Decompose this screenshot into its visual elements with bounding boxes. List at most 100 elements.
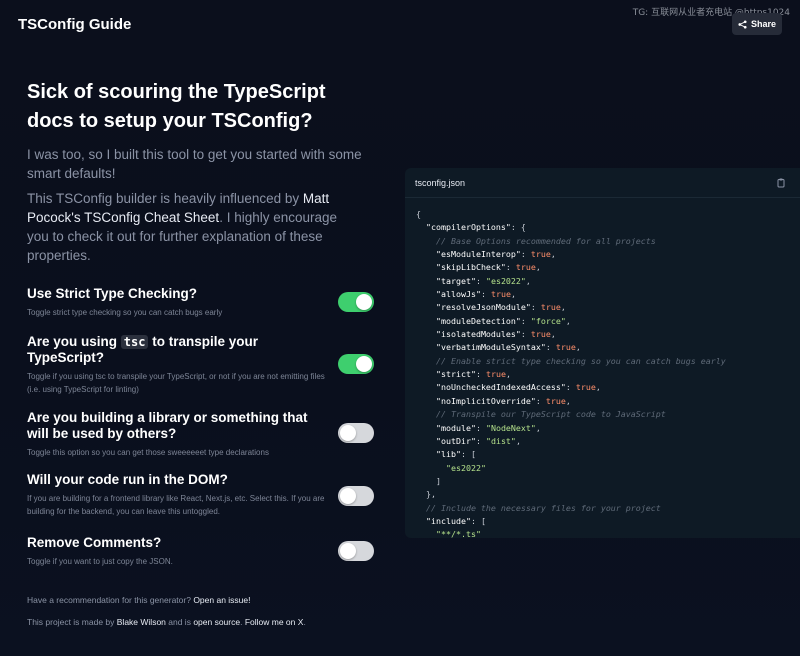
code-token: "target": [435, 275, 476, 286]
code-filename: tsconfig.json: [415, 177, 466, 188]
toggle-knob: [340, 543, 356, 559]
code-line: "isolatedModules": true,: [416, 328, 800, 341]
code-token: "lib": [435, 449, 461, 460]
option-strict: Use Strict Type Checking? Toggle strict …: [27, 286, 377, 319]
code-token: :: [475, 435, 486, 446]
open-issue-link[interactable]: Open an issue!: [193, 595, 250, 605]
hero-influence: This TSConfig builder is heavily influen…: [27, 189, 362, 265]
code-token: true: [530, 249, 551, 260]
code-token: :: [530, 302, 541, 313]
code-token: :: [475, 369, 486, 380]
code-token: "noImplicitOverride": [435, 395, 536, 406]
code-token: :: [565, 382, 576, 393]
code-comment: // Include the necessary files for your …: [416, 502, 661, 513]
strict-toggle[interactable]: [338, 292, 374, 312]
code-token: ,: [565, 315, 571, 326]
code-token: : {: [510, 222, 526, 233]
code-token: ,: [535, 422, 541, 433]
code-token: true: [485, 369, 506, 380]
code-line: "verbatimModuleSyntax": true,: [416, 341, 800, 354]
share-button[interactable]: Share: [732, 13, 782, 35]
follow-link[interactable]: Follow me on X: [245, 617, 304, 627]
code-line: "skipLibCheck": true,: [416, 261, 800, 274]
code-block[interactable]: { "compilerOptions": { // Base Options r…: [405, 198, 800, 538]
code-token: ,: [560, 302, 566, 313]
code-token: :: [475, 422, 486, 433]
code-comment: // Transpile our TypeScript code to Java…: [416, 409, 666, 420]
code-token: ]: [416, 475, 441, 486]
code-token: true: [515, 262, 536, 273]
code-token: :: [505, 262, 516, 273]
toggle-knob: [356, 356, 372, 372]
option-title: Are you building a library or something …: [27, 410, 308, 441]
code-token: ,: [535, 262, 541, 273]
code-token: true: [540, 302, 561, 313]
code-line: "allowJs": true,: [416, 288, 800, 301]
dom-toggle[interactable]: [338, 486, 374, 506]
code-token: "compilerOptions": [426, 222, 511, 233]
share-label: Share: [750, 19, 776, 29]
option-comments: Remove Comments? Toggle if you want to j…: [27, 535, 377, 568]
option-title: Remove Comments?: [27, 535, 162, 550]
toggle-knob: [340, 425, 356, 441]
code-token: "NodeNext": [485, 422, 536, 433]
open-source-link[interactable]: open source: [193, 617, 240, 627]
code-token: :: [520, 315, 531, 326]
code-token: ,: [510, 289, 516, 300]
code-token: true: [530, 329, 551, 340]
code-token: "dist": [485, 435, 516, 446]
option-description: Toggle if you using tsc to transpile you…: [27, 372, 325, 394]
code-token: "**/*.ts": [435, 529, 481, 538]
code-token: {: [416, 209, 421, 219]
code-token: ,: [505, 369, 511, 380]
code-token: :: [520, 329, 531, 340]
tsc-toggle[interactable]: [338, 354, 374, 374]
code-token: :: [480, 289, 491, 300]
code-token: "allowJs": [435, 289, 481, 300]
option-description: Toggle if you want to just copy the JSON…: [27, 557, 173, 566]
code-token: :: [535, 395, 546, 406]
recommend-text: Have a recommendation for this generator…: [27, 595, 194, 605]
library-toggle[interactable]: [338, 423, 374, 443]
toggle-knob: [340, 488, 356, 504]
copy-icon[interactable]: [776, 178, 786, 188]
code-line: "moduleDetection": "force",: [416, 315, 800, 328]
app-title[interactable]: TSConfig Guide: [18, 16, 131, 33]
code-line: // Enable strict type checking so you ca…: [416, 355, 800, 368]
option-description: Toggle this option so you can get those …: [27, 448, 269, 457]
code-line: // Base Options recommended for all proj…: [416, 235, 800, 248]
code-token: "verbatimModuleSyntax": [435, 342, 546, 353]
option-title: Are you using tsc to transpile your Type…: [27, 334, 327, 366]
code-token: "isolatedModules": [435, 329, 521, 340]
code-line: // Include the necessary files for your …: [416, 502, 800, 515]
code-line: "module": "NodeNext",: [416, 422, 800, 435]
option-title: Use Strict Type Checking?: [27, 286, 198, 301]
code-token: : [: [460, 449, 476, 460]
code-token: ,: [525, 275, 531, 286]
author-link[interactable]: Blake Wilson: [117, 617, 166, 627]
option-title: Will your code run in the DOM?: [27, 472, 228, 487]
code-token: ,: [565, 395, 571, 406]
made-by-text: This project is made by: [27, 617, 117, 627]
code-token: "module": [435, 422, 476, 433]
code-token: "outDir": [435, 435, 476, 446]
footer-credits: This project is made by Blake Wilson and…: [27, 617, 306, 627]
comments-toggle[interactable]: [338, 541, 374, 561]
code-line: "esModuleInterop": true,: [416, 248, 800, 261]
code-line: "lib": [: [416, 448, 800, 461]
option-title-prefix: Are you using: [27, 334, 121, 349]
code-token: ,: [595, 382, 601, 393]
code-comment: // Base Options recommended for all proj…: [416, 235, 656, 246]
code-header: tsconfig.json: [405, 168, 800, 198]
